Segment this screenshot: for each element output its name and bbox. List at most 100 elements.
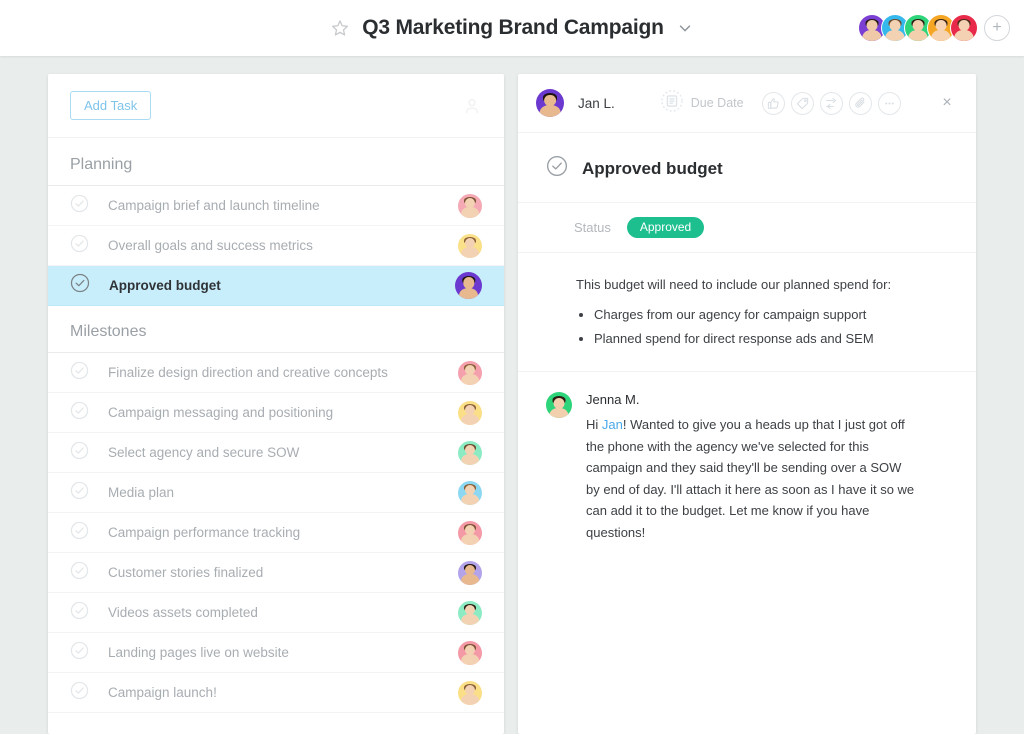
task-assignee-avatar[interactable] bbox=[458, 600, 482, 625]
task-row-label: Campaign launch! bbox=[108, 685, 217, 700]
task-row[interactable]: Landing pages live on website bbox=[48, 633, 504, 673]
task-action-buttons bbox=[761, 91, 901, 115]
section-header[interactable]: Planning bbox=[48, 138, 504, 186]
avatar-body bbox=[885, 30, 905, 41]
calendar-icon bbox=[661, 89, 683, 117]
task-description[interactable]: This budget will need to include our pla… bbox=[518, 253, 976, 373]
due-date-button[interactable]: Due Date bbox=[661, 89, 744, 117]
section-header[interactable]: Milestones bbox=[48, 306, 504, 353]
task-assignee-avatar[interactable] bbox=[458, 640, 482, 665]
status-row: Status Approved bbox=[518, 203, 976, 253]
task-row[interactable]: Select agency and secure SOW bbox=[48, 433, 504, 473]
task-row[interactable]: Media plan bbox=[48, 473, 504, 513]
task-assignee-avatar[interactable] bbox=[458, 520, 482, 545]
person-icon[interactable] bbox=[462, 96, 482, 116]
task-assignee-avatar[interactable] bbox=[458, 440, 482, 465]
task-complete-checkbox[interactable] bbox=[70, 481, 89, 505]
task-row[interactable]: Campaign performance tracking bbox=[48, 513, 504, 553]
task-complete-checkbox[interactable] bbox=[70, 561, 89, 585]
star-outline-icon[interactable] bbox=[330, 18, 350, 38]
avatar-body bbox=[461, 654, 479, 665]
task-row-label: Landing pages live on website bbox=[108, 645, 289, 660]
status-badge[interactable]: Approved bbox=[626, 217, 705, 238]
avatar-body bbox=[461, 374, 479, 385]
due-date-label: Due Date bbox=[690, 96, 744, 110]
subtask-icon[interactable] bbox=[819, 91, 843, 115]
task-row[interactable]: Videos assets completed bbox=[48, 593, 504, 633]
comment-author: Jenna M. bbox=[586, 392, 640, 408]
task-owner-avatar[interactable] bbox=[536, 89, 564, 117]
like-icon[interactable] bbox=[761, 91, 785, 115]
top-bar: Q3 Marketing Brand Campaign + bbox=[0, 0, 1024, 56]
status-field-label: Status bbox=[574, 220, 611, 235]
task-row-label: Campaign performance tracking bbox=[108, 525, 301, 540]
task-owner-name: Jan L. bbox=[578, 95, 615, 111]
task-complete-checkbox[interactable] bbox=[70, 194, 89, 218]
task-assignee-avatar[interactable] bbox=[458, 680, 482, 705]
avatar-body bbox=[539, 105, 561, 117]
task-row[interactable]: Campaign messaging and positioning bbox=[48, 393, 504, 433]
task-row[interactable]: Customer stories finalized bbox=[48, 553, 504, 593]
attachment-icon[interactable] bbox=[848, 91, 872, 115]
task-complete-checkbox[interactable] bbox=[70, 601, 89, 625]
mention-link[interactable]: Jan bbox=[602, 417, 623, 432]
task-row-label: Overall goals and success metrics bbox=[108, 238, 313, 253]
comment-body: Jenna M. Hi Jan! Wanted to give you a he… bbox=[586, 392, 916, 543]
task-complete-checkbox[interactable] bbox=[70, 641, 89, 665]
close-icon[interactable]: × bbox=[936, 92, 958, 114]
avatar-body bbox=[908, 30, 928, 41]
task-row-label: Customer stories finalized bbox=[108, 565, 264, 580]
task-row-selected[interactable]: Approved budget bbox=[48, 266, 504, 306]
avatar-body bbox=[461, 494, 479, 505]
task-row-label: Campaign brief and launch timeline bbox=[108, 198, 320, 213]
avatar-body bbox=[461, 614, 479, 625]
task-assignee-avatar[interactable] bbox=[455, 272, 482, 299]
chevron-down-icon[interactable] bbox=[676, 19, 694, 37]
task-detail-header: Jan L. Due Date × bbox=[518, 74, 976, 133]
member-avatar[interactable] bbox=[950, 14, 978, 42]
task-assignee-avatar[interactable] bbox=[458, 360, 482, 385]
task-row-label: Media plan bbox=[108, 485, 175, 500]
add-member-button[interactable]: + bbox=[984, 15, 1010, 41]
task-assignee-avatar[interactable] bbox=[458, 560, 482, 585]
task-detail-title: Approved budget bbox=[582, 158, 723, 178]
task-row-label: Videos assets completed bbox=[108, 605, 258, 620]
task-detail-panel: Jan L. Due Date × Approved budget Status… bbox=[518, 74, 976, 734]
tag-icon[interactable] bbox=[790, 91, 814, 115]
add-task-button[interactable]: Add Task bbox=[70, 91, 152, 120]
avatar-body bbox=[862, 30, 882, 41]
task-assignee-avatar[interactable] bbox=[458, 193, 482, 218]
task-row[interactable]: Overall goals and success metrics bbox=[48, 226, 504, 266]
task-complete-checkbox[interactable] bbox=[70, 681, 89, 705]
task-detail-title-row: Approved budget bbox=[518, 133, 976, 203]
comment-author-avatar[interactable] bbox=[546, 392, 572, 419]
task-row[interactable]: Campaign brief and launch timeline bbox=[48, 186, 504, 226]
page-title: Q3 Marketing Brand Campaign bbox=[362, 16, 664, 39]
avatar-body bbox=[461, 454, 479, 465]
task-complete-checkbox[interactable] bbox=[70, 273, 90, 298]
task-row-label: Approved budget bbox=[109, 278, 221, 293]
comment-text: Hi Jan! Wanted to give you a heads up th… bbox=[586, 414, 916, 543]
comment-text-before: Hi bbox=[586, 417, 602, 433]
more-icon[interactable] bbox=[877, 91, 901, 115]
task-assignee-avatar[interactable] bbox=[458, 233, 482, 258]
task-complete-checkbox[interactable] bbox=[70, 401, 89, 425]
task-assignee-avatar[interactable] bbox=[458, 400, 482, 425]
avatar-body bbox=[549, 407, 569, 419]
task-complete-checkbox[interactable] bbox=[70, 361, 89, 385]
task-complete-checkbox[interactable] bbox=[70, 441, 89, 465]
task-complete-checkbox[interactable] bbox=[546, 155, 568, 182]
task-list-panel: Add Task Planning Campaign brief and laun… bbox=[48, 74, 504, 734]
avatar-body bbox=[461, 534, 479, 545]
comment-text-after: ! Wanted to give you a heads up that I j… bbox=[586, 417, 915, 540]
description-bullet-list: Charges from our agency for campaign sup… bbox=[594, 305, 948, 349]
task-assignee-avatar[interactable] bbox=[458, 480, 482, 505]
avatar-body bbox=[461, 574, 479, 585]
task-row[interactable]: Finalize design direction and creative c… bbox=[48, 353, 504, 393]
task-complete-checkbox[interactable] bbox=[70, 521, 89, 545]
task-complete-checkbox[interactable] bbox=[70, 234, 89, 258]
member-avatar-group: + bbox=[858, 0, 1010, 56]
task-row[interactable]: Campaign launch! bbox=[48, 673, 504, 713]
task-row-label: Finalize design direction and creative c… bbox=[108, 365, 388, 380]
description-bullet: Planned spend for direct response ads an… bbox=[594, 329, 948, 349]
